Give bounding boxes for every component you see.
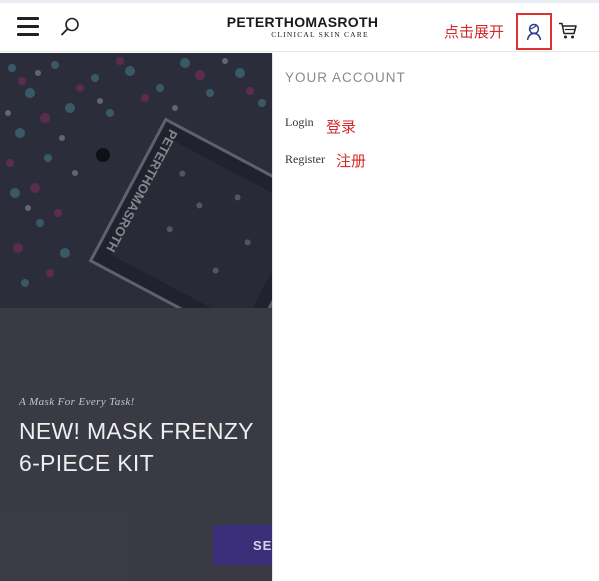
account-dropdown-panel: YOUR ACCOUNT Login Register (272, 53, 599, 581)
login-link[interactable]: Login (285, 115, 314, 130)
page-dim-overlay[interactable] (0, 53, 272, 581)
shopping-cart-icon[interactable] (558, 21, 578, 41)
hero-title-line-1: NEW! MASK FRENZY (19, 418, 254, 444)
brand-logo[interactable]: PETERTHOMASROTH CLINICAL SKIN CARE (220, 15, 385, 40)
user-account-icon (526, 23, 542, 41)
hero-tagline: A Mask For Every Task! (19, 396, 135, 408)
top-navigation-bar: PETERTHOMASROTH CLINICAL SKIN CARE 点击展开 (0, 0, 599, 52)
panel-title: YOUR ACCOUNT (285, 70, 406, 85)
hero-title: NEW! MASK FRENZY 6-PIECE KIT (19, 415, 269, 479)
register-link[interactable]: Register (285, 152, 325, 167)
annotation-register: 注册 (336, 152, 367, 170)
annotation-click-to-expand: 点击展开 (444, 23, 505, 41)
hero-title-line-2: 6-PIECE KIT (19, 450, 154, 476)
logo-subtitle: CLINICAL SKIN CARE (271, 30, 369, 39)
account-button[interactable] (516, 13, 552, 50)
hero-banner[interactable]: PETERTHOMASROTH A Mask For Every Task! N… (0, 53, 272, 581)
hero-shop-button[interactable]: SE (213, 525, 272, 565)
search-icon[interactable] (59, 16, 81, 38)
annotation-login: 登录 (326, 118, 357, 136)
logo-wordmark: PETERTHOMASROTH (226, 14, 379, 30)
hamburger-menu-icon[interactable] (17, 17, 39, 37)
